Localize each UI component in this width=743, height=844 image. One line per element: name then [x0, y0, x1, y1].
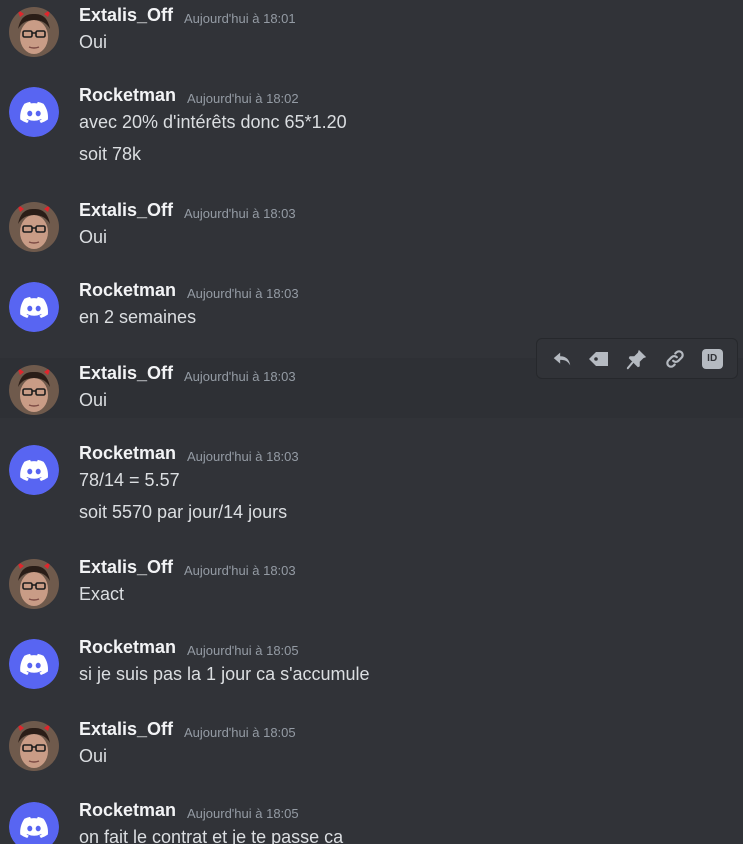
username[interactable]: Rocketman	[79, 280, 176, 301]
username[interactable]: Extalis_Off	[79, 719, 173, 740]
avatar[interactable]	[9, 445, 59, 495]
message-timestamp: Aujourd'hui à 18:01	[184, 11, 296, 26]
copy-id-button[interactable]: ID	[697, 344, 727, 374]
message-text: Oui	[79, 32, 108, 52]
avatar[interactable]	[9, 202, 59, 252]
avatar[interactable]	[9, 802, 59, 844]
message-timestamp: Aujourd'hui à 18:03	[184, 206, 296, 221]
message-timestamp: Aujourd'hui à 18:05	[187, 806, 299, 821]
message-timestamp: Aujourd'hui à 18:03	[184, 369, 296, 384]
link-icon	[664, 348, 686, 370]
message-text: soit 78k	[79, 144, 142, 164]
avatar[interactable]	[9, 282, 59, 332]
message-item[interactable]: Rocketman Aujourd'hui à 18:05 on fait le c…	[0, 795, 743, 844]
message-item[interactable]: Rocketman Aujourd'hui à 18:03 78/14 = 5.57…	[0, 438, 743, 552]
message-list: Extalis_Off Aujourd'hui à 18:01 Oui Rocket…	[0, 0, 743, 844]
avatar[interactable]	[9, 721, 59, 771]
reply-button[interactable]	[547, 344, 577, 374]
message-text: avec 20% d'intérêts donc 65*1.20	[79, 112, 347, 132]
message-timestamp: Aujourd'hui à 18:03	[187, 449, 299, 464]
avatar[interactable]	[9, 87, 59, 137]
avatar[interactable]	[9, 7, 59, 57]
tag-button[interactable]	[584, 344, 614, 374]
message-timestamp: Aujourd'hui à 18:02	[187, 91, 299, 106]
message-text: 78/14 = 5.57	[79, 470, 180, 490]
pin-button[interactable]	[622, 344, 652, 374]
message-actions-toolbar: ID	[536, 338, 738, 379]
message-item[interactable]: Extalis_Off Aujourd'hui à 18:05 Oui	[0, 714, 743, 795]
username[interactable]: Rocketman	[79, 800, 176, 821]
message-text: Oui	[79, 227, 108, 247]
message-timestamp: Aujourd'hui à 18:03	[184, 563, 296, 578]
username[interactable]: Extalis_Off	[79, 5, 173, 26]
username[interactable]: Rocketman	[79, 443, 176, 464]
message-text: Oui	[79, 746, 108, 766]
message-item[interactable]: Extalis_Off Aujourd'hui à 18:01 Oui	[0, 0, 743, 80]
message-text: Oui	[79, 390, 108, 410]
message-text: si je suis pas la 1 jour ca s'accumule	[79, 664, 370, 684]
reply-icon	[551, 348, 573, 370]
avatar[interactable]	[9, 365, 59, 415]
message-text: Exact	[79, 584, 125, 604]
message-timestamp: Aujourd'hui à 18:03	[187, 286, 299, 301]
avatar[interactable]	[9, 559, 59, 609]
message-item[interactable]: Rocketman Aujourd'hui à 18:05 si je suis p…	[0, 632, 743, 714]
copy-id-icon: ID	[701, 348, 723, 369]
pin-icon	[626, 348, 648, 370]
message-text: on fait le contrat et je te passe ca	[79, 827, 344, 844]
link-button[interactable]	[660, 344, 690, 374]
username[interactable]: Rocketman	[79, 637, 176, 658]
username[interactable]: Extalis_Off	[79, 363, 173, 384]
message-text: en 2 semaines	[79, 307, 197, 327]
avatar[interactable]	[9, 639, 59, 689]
username[interactable]: Extalis_Off	[79, 200, 173, 221]
message-item[interactable]: Rocketman Aujourd'hui à 18:02 avec 20% d'i…	[0, 80, 743, 195]
tag-icon	[587, 348, 611, 370]
message-text: soit 5570 par jour/14 jours	[79, 502, 288, 522]
message-item[interactable]: Extalis_Off Aujourd'hui à 18:03 Exact	[0, 552, 743, 632]
username[interactable]: Rocketman	[79, 85, 176, 106]
message-timestamp: Aujourd'hui à 18:05	[187, 643, 299, 658]
username[interactable]: Extalis_Off	[79, 557, 173, 578]
message-item[interactable]: Extalis_Off Aujourd'hui à 18:03 Oui	[0, 195, 743, 275]
message-timestamp: Aujourd'hui à 18:05	[184, 725, 296, 740]
